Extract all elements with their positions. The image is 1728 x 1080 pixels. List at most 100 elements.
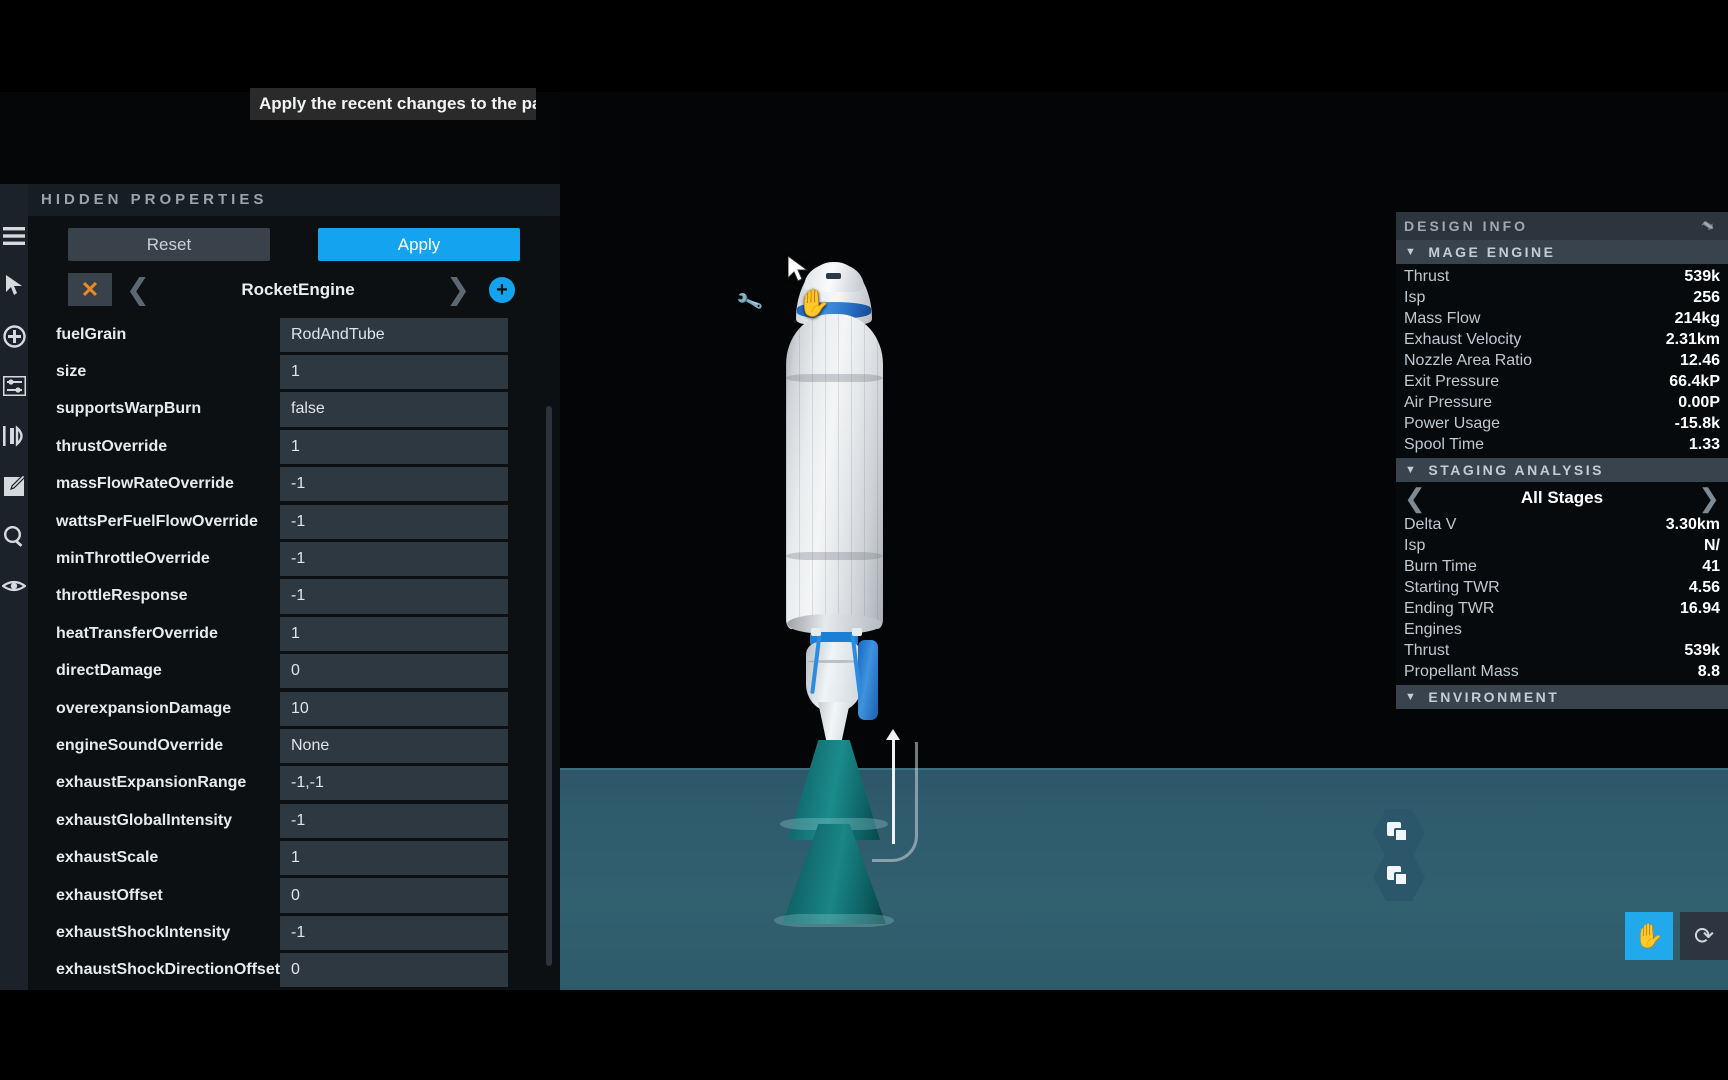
design-info-label: Exit Pressure (1404, 372, 1500, 390)
property-value-input[interactable]: -1 (280, 803, 508, 838)
design-info-label: Nozzle Area Ratio (1404, 351, 1533, 369)
translate-gizmo-arrow[interactable] (886, 729, 900, 844)
chevron-right-icon[interactable]: ❯ (440, 273, 476, 306)
left-toolbar (0, 184, 28, 990)
menu-icon[interactable] (2, 224, 26, 248)
edit-icon[interactable] (2, 474, 26, 498)
property-key-label: engineSoundOverride (56, 736, 224, 754)
design-section-header[interactable]: ▼ ENVIRONMENT (1396, 685, 1728, 709)
property-row: heatTransferOverride 1 (40, 615, 548, 652)
side-fuel-line (858, 640, 878, 720)
property-value-input[interactable]: -1,-1 (280, 766, 508, 801)
property-row: exhaustScale 1 (40, 839, 548, 876)
design-info-value: 539k (1684, 641, 1720, 659)
property-value-input[interactable]: 1 (280, 429, 508, 464)
design-info-title: DESIGN INFO (1404, 218, 1529, 234)
property-list: fuelGrain RodAndTube size 1 supportsWarpBurn… (40, 316, 548, 989)
property-value-input[interactable]: false (280, 392, 508, 427)
reset-button[interactable]: Reset (68, 228, 270, 261)
property-value-input[interactable]: 1 (280, 354, 508, 390)
design-info-label: Isp (1404, 536, 1426, 554)
property-value-input[interactable]: -1 (280, 467, 508, 502)
letterbox-bottom (0, 990, 1728, 1080)
property-row: exhaustExpansionRange -1,-1 (40, 765, 548, 802)
design-info-label: Propellant Mass (1404, 662, 1519, 680)
plus-icon: + (489, 276, 515, 303)
property-key-label: exhaustExpansionRange (56, 774, 247, 792)
design-info-value: 539k (1684, 267, 1720, 285)
design-section-header[interactable]: ▼ MAGE ENGINE (1396, 240, 1728, 264)
design-info-row: Nozzle Area Ratio 12.46 (1396, 350, 1728, 371)
property-row: supportsWarpBurn false (40, 391, 548, 428)
design-section-title: STAGING ANALYSIS (1428, 462, 1605, 478)
design-info-value: N/ (1704, 536, 1720, 554)
app-root: ✋ 🔧 ✋ ⟳ HIDDEN PROPERTIES Reset Apply ✕ … (0, 0, 1728, 1080)
design-info-label: Thrust (1404, 267, 1450, 285)
design-info-label: Mass Flow (1404, 309, 1481, 327)
add-property-button[interactable]: + (484, 273, 520, 306)
property-value-input[interactable]: 10 (280, 691, 508, 726)
property-key-label: exhaustShockIntensity (56, 923, 231, 941)
design-info-value: 3.30km (1665, 515, 1720, 533)
design-info-header: DESIGN INFO ➦ (1396, 212, 1728, 240)
property-value-input[interactable]: 0 (280, 878, 508, 913)
design-info-row: Air Pressure 0.00P (1396, 392, 1728, 413)
property-row: engineSoundOverride None (40, 727, 548, 764)
chevron-down-icon: ▼ (1405, 691, 1419, 703)
rocket-craft[interactable] (760, 262, 918, 927)
property-value-input[interactable]: 1 (280, 616, 508, 651)
property-value-input[interactable]: -1 (280, 579, 508, 614)
property-key-label: exhaustOffset (56, 886, 163, 904)
design-info-value: 214kg (1674, 309, 1720, 327)
design-info-row: Isp N/ (1396, 535, 1728, 556)
chevron-left-icon[interactable]: ❮ (120, 273, 156, 306)
property-row: size 1 (40, 353, 548, 390)
pan-tool[interactable]: ✋ (1625, 912, 1673, 960)
cursor-icon[interactable] (2, 274, 26, 298)
property-list-scrollbar[interactable] (546, 406, 552, 966)
design-info-panel: DESIGN INFO ➦ ▼ MAGE ENGINE Thrust 539k Isp 2… (1396, 212, 1728, 709)
property-value-input[interactable]: RodAndTube (280, 317, 508, 352)
design-section-header[interactable]: ▼ STAGING ANALYSIS (1396, 458, 1728, 482)
property-value-input[interactable]: -1 (280, 504, 508, 539)
search-icon[interactable] (2, 524, 26, 548)
design-section-title: MAGE ENGINE (1428, 244, 1556, 260)
sliders-icon[interactable] (2, 374, 26, 398)
pin-icon[interactable]: ➦ (1699, 214, 1722, 238)
property-value-input[interactable]: 0 (280, 654, 508, 689)
design-info-value: -15.8k (1674, 414, 1720, 432)
property-key-label: overexpansionDamage (56, 699, 232, 717)
property-row: minThrottleOverride -1 (40, 540, 548, 577)
property-value-input[interactable]: 0 (280, 953, 508, 988)
game-canvas: ✋ 🔧 ✋ ⟳ HIDDEN PROPERTIES Reset Apply ✕ … (0, 92, 1728, 990)
property-value-input[interactable]: None (280, 728, 508, 764)
strut-cap-left (811, 628, 821, 636)
property-row: throttleResponse -1 (40, 578, 548, 615)
property-value-input[interactable]: 1 (280, 841, 508, 876)
property-value-input[interactable]: -1 (280, 915, 508, 951)
property-row: massFlowRateOverride -1 (40, 466, 548, 503)
chevron-down-icon: ▼ (1405, 464, 1419, 476)
duplicate-icon (1387, 866, 1411, 888)
symmetry-icon[interactable] (2, 424, 26, 448)
visibility-icon[interactable] (2, 574, 26, 598)
design-info-value: 66.4kP (1669, 372, 1720, 390)
design-info-row: Burn Time 41 (1396, 556, 1728, 577)
property-key-label: throttleResponse (56, 587, 188, 605)
stage-next-icon[interactable]: ❯ (1698, 485, 1720, 511)
design-info-value: 1.33 (1688, 435, 1720, 453)
property-key-label: directDamage (56, 662, 162, 680)
panel-title: HIDDEN PROPERTIES (28, 184, 560, 216)
stage-prev-icon[interactable]: ❮ (1404, 485, 1426, 511)
close-icon[interactable]: ✕ (68, 273, 112, 306)
property-key-label: supportsWarpBurn (56, 400, 202, 418)
rotate-tool[interactable]: ⟳ (1680, 912, 1728, 960)
add-part-icon[interactable] (2, 324, 26, 348)
panel-action-row: Reset Apply (28, 216, 560, 261)
property-key-label: exhaustShockDirectionOffset (56, 961, 281, 979)
apply-button[interactable]: Apply (318, 228, 520, 261)
design-info-value: 0.00P (1678, 393, 1720, 411)
design-info-value: 41 (1702, 557, 1720, 575)
property-value-input[interactable]: -1 (280, 541, 508, 577)
fuel-tank-body (786, 314, 883, 629)
